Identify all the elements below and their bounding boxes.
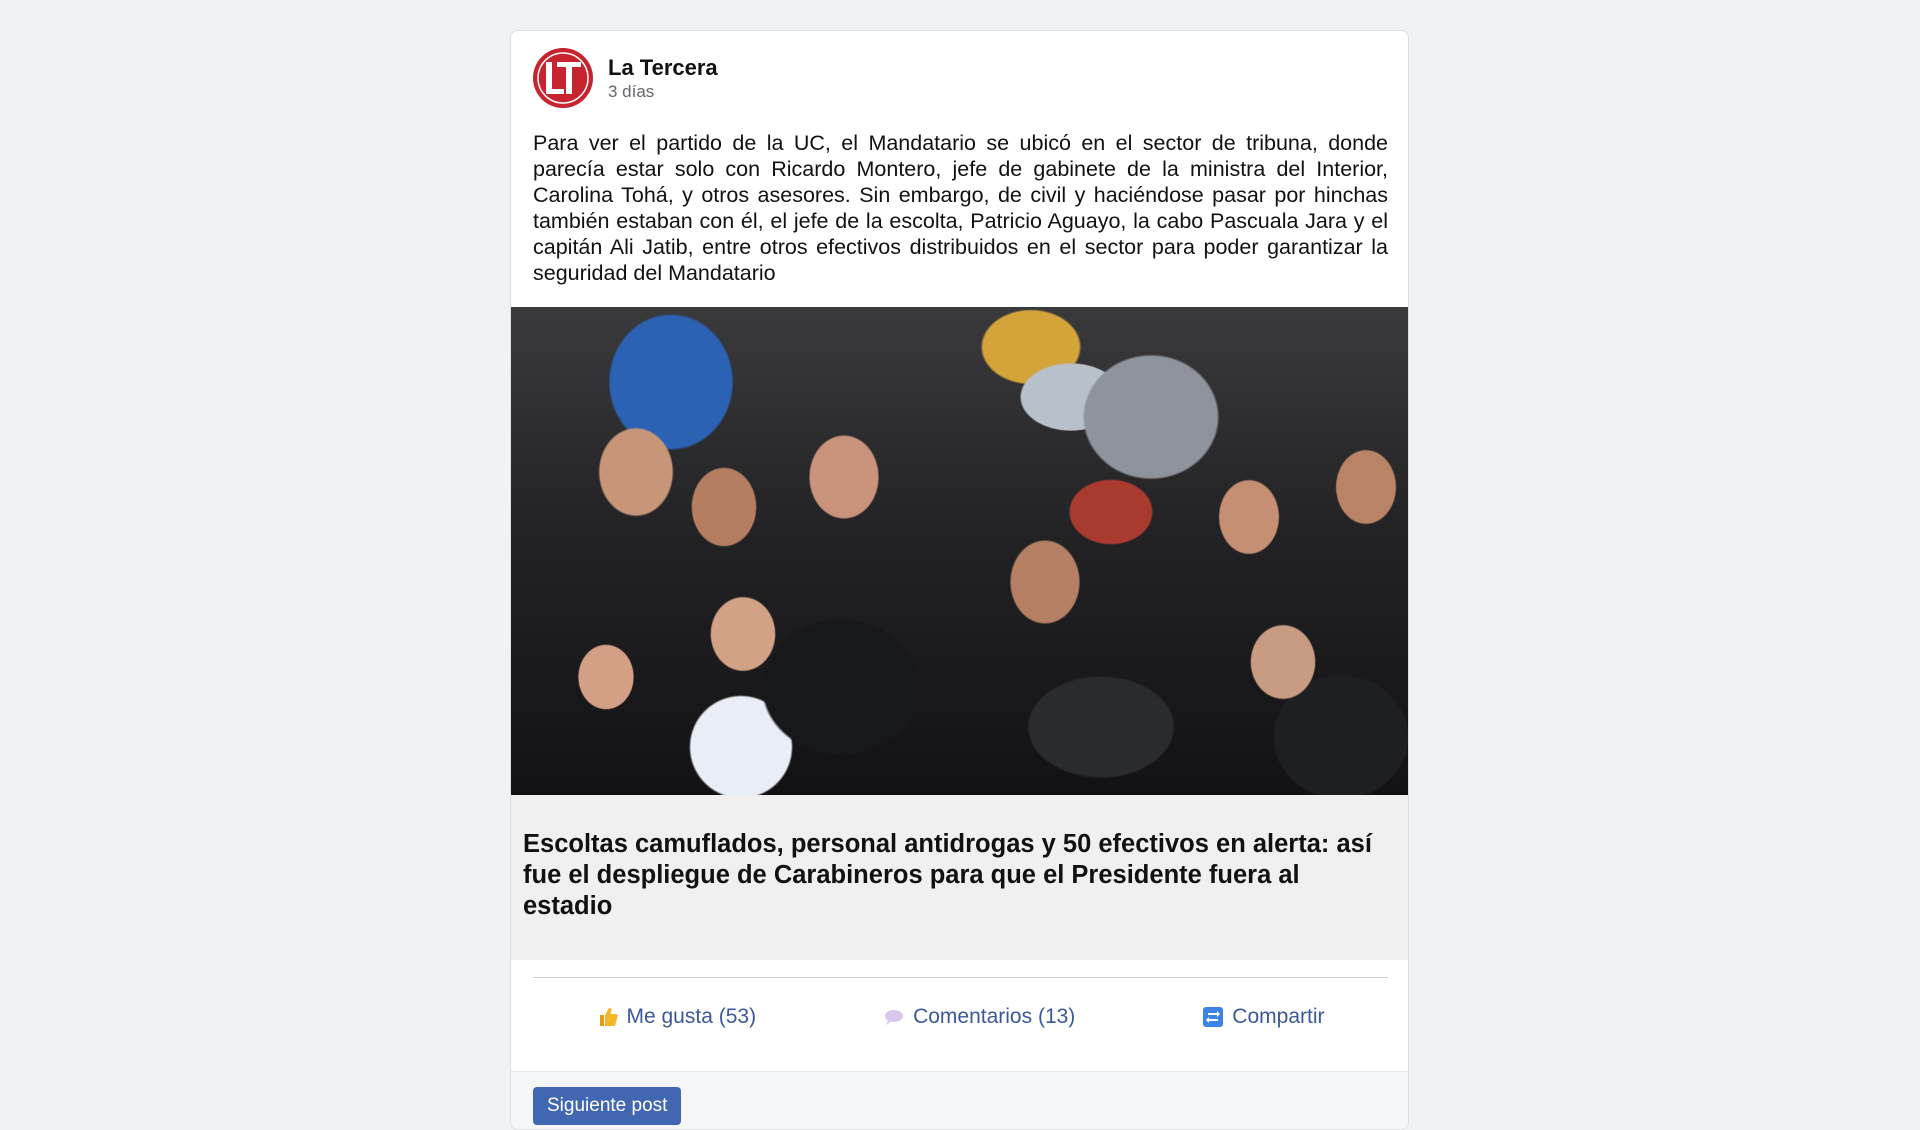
link-preview-title[interactable]: Escoltas camuflados, personal antidrogas… (523, 829, 1393, 922)
comments-button[interactable]: Comentarios (13) (883, 1005, 1075, 1029)
post-card: La Tercera 3 días Para ver el partido de… (510, 30, 1409, 1130)
link-preview[interactable]: Escoltas camuflados, personal antidrogas… (511, 795, 1408, 960)
speech-bubble-icon (883, 1006, 905, 1028)
share-button[interactable]: Compartir (1202, 1005, 1324, 1029)
avatar[interactable] (533, 48, 593, 108)
la-tercera-logo (534, 49, 592, 107)
like-label: Me gusta (53) (626, 1005, 757, 1028)
post-photo[interactable] (511, 307, 1408, 795)
post-actions-bar: Me gusta (53) Comentarios (13) Compartir (533, 991, 1388, 1043)
author-name[interactable]: La Tercera (608, 55, 718, 81)
post-body-text: Para ver el partido de la UC, el Mandata… (533, 131, 1388, 285)
thumbs-up-icon (597, 1006, 619, 1028)
post-header: La Tercera 3 días (533, 47, 718, 109)
actions-divider (533, 977, 1388, 978)
like-button[interactable]: Me gusta (53) (597, 1005, 757, 1029)
post-timestamp[interactable]: 3 días (608, 82, 718, 102)
share-label: Compartir (1232, 1005, 1325, 1028)
next-post-button[interactable]: Siguiente post (533, 1087, 682, 1125)
share-arrows-icon (1202, 1006, 1224, 1028)
author-block: La Tercera 3 días (608, 55, 718, 102)
comments-label: Comentarios (13) (913, 1005, 1076, 1028)
